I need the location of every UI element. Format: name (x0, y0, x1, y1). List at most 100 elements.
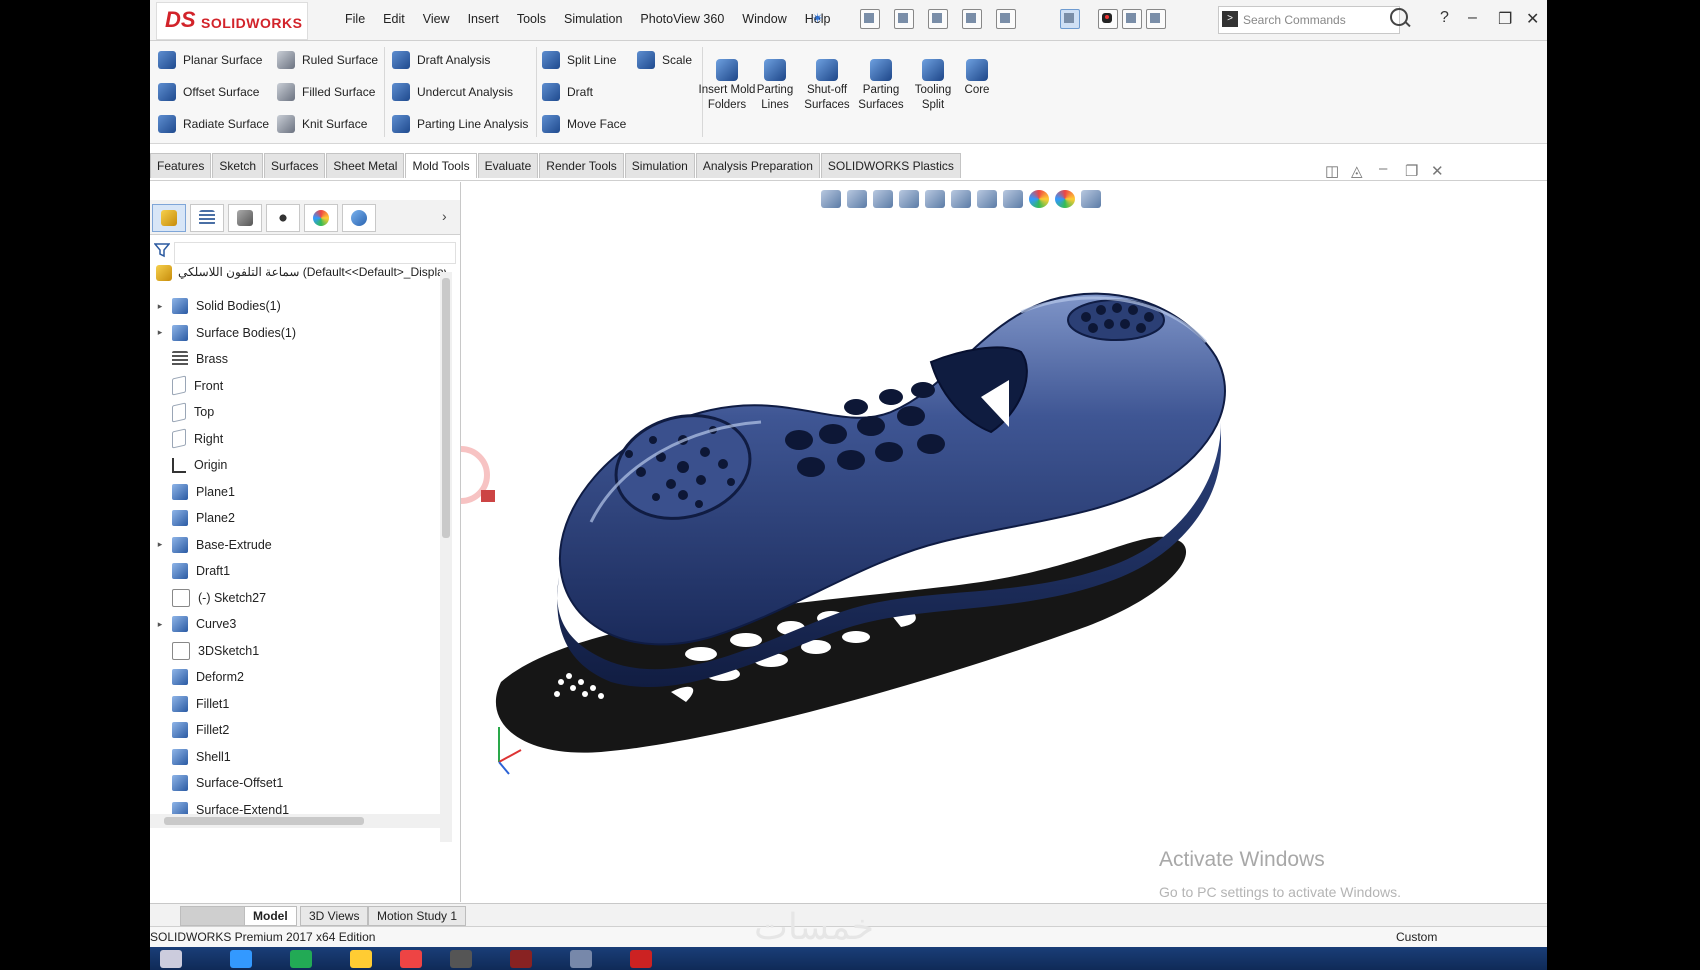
pin-icon[interactable]: ✴ (812, 10, 824, 27)
core-button[interactable]: Core (948, 59, 1006, 98)
help-icon[interactable]: ? (1440, 9, 1449, 27)
graphics-area[interactable]: ◫ ◬ – ❐ ✕ Activate Windows Go to PC sett… (461, 160, 1547, 902)
tab-features[interactable]: Features (150, 153, 212, 178)
shut-off-surfaces-button[interactable]: Shut-off Surfaces (798, 59, 856, 113)
tab-evaluate[interactable]: Evaluate (477, 153, 539, 178)
tree-node[interactable]: 3DSketch1 (150, 638, 450, 665)
menu-tools[interactable]: Tools (508, 12, 555, 26)
tab-surfaces[interactable]: Surfaces (264, 153, 326, 178)
app-icon[interactable] (510, 950, 532, 968)
parting-lines-button[interactable]: Parting Lines (746, 59, 804, 113)
chrome-icon[interactable] (400, 950, 422, 968)
tab-render-tools[interactable]: Render Tools (539, 153, 624, 178)
video-icon[interactable] (450, 950, 472, 968)
tab-sketch[interactable]: Sketch (212, 153, 264, 178)
options-gear-icon[interactable] (1146, 9, 1166, 29)
menu-file[interactable]: File (336, 12, 374, 26)
menu-photoview[interactable]: PhotoView 360 (631, 12, 733, 26)
radiate-surface-button[interactable]: Radiate Surface (158, 113, 269, 135)
tab-model[interactable]: Model (244, 906, 297, 926)
scroll-thumb[interactable] (164, 817, 364, 825)
file-properties-icon[interactable] (1122, 9, 1142, 29)
tree-node[interactable]: Top (150, 399, 450, 426)
filter-icon[interactable] (154, 242, 170, 258)
part-root-node[interactable]: سماعة التلفون اللاسلكي (Default<<Default… (156, 265, 446, 285)
undercut-analysis-button[interactable]: Undercut Analysis (392, 81, 513, 103)
tree-node[interactable]: Plane1 (150, 479, 450, 506)
tree-filter-field[interactable] (174, 242, 456, 264)
menu-simulation[interactable]: Simulation (555, 12, 631, 26)
search-commands[interactable]: > Search Commands (1218, 6, 1400, 34)
tree-node[interactable]: Front (150, 373, 450, 400)
cam-manager-tab[interactable] (342, 204, 376, 232)
tree-node[interactable]: Fillet1 (150, 691, 450, 718)
scroll-thumb[interactable] (442, 278, 450, 538)
minimize-icon[interactable]: – (1468, 9, 1477, 27)
tab-mold-tools[interactable]: Mold Tools (405, 153, 477, 178)
draft-analysis-button[interactable]: Draft Analysis (392, 49, 490, 71)
search-icon[interactable] (1390, 8, 1408, 26)
expand-arrow-icon[interactable]: ▸ (152, 327, 168, 338)
ie-icon[interactable] (230, 950, 252, 968)
parting-surfaces-button[interactable]: Parting Surfaces (852, 59, 910, 113)
solidworks-taskbar-icon[interactable] (630, 950, 652, 968)
tree-node[interactable]: ▸ Base-Extrude (150, 532, 450, 559)
tab-analysis-preparation[interactable]: Analysis Preparation (695, 153, 820, 178)
move-face-button[interactable]: Move Face (542, 113, 626, 135)
feature-manager-tab[interactable] (152, 204, 186, 232)
draft-button[interactable]: Draft (542, 81, 593, 103)
tree-node[interactable]: ▸ Solid Bodies(1) (150, 293, 450, 320)
tab-3d-views[interactable]: 3D Views (300, 906, 369, 926)
store-icon[interactable] (290, 950, 312, 968)
new-document-icon[interactable] (860, 9, 880, 29)
tree-node[interactable]: (-) Sketch27 (150, 585, 450, 612)
dimxpert-manager-tab[interactable] (266, 204, 300, 232)
offset-surface-button[interactable]: Offset Surface (158, 81, 259, 103)
ruled-surface-button[interactable]: Ruled Surface (277, 49, 378, 71)
tile-left-icon[interactable]: ◫ (1325, 162, 1339, 180)
tree-node[interactable]: Brass (150, 346, 450, 373)
knit-surface-button[interactable]: Knit Surface (277, 113, 367, 135)
search-input[interactable]: Search Commands (1243, 13, 1346, 27)
tree-node[interactable]: Origin (150, 452, 450, 479)
open-icon[interactable] (894, 9, 914, 29)
screen-icon[interactable] (570, 950, 592, 968)
planar-surface-button[interactable]: Planar Surface (158, 49, 262, 71)
close-icon[interactable]: ✕ (1526, 9, 1539, 29)
tree-node[interactable]: ▸ Curve3 (150, 611, 450, 638)
expand-arrow-icon[interactable]: ▸ (152, 301, 168, 312)
tab-simulation[interactable]: Simulation (624, 153, 695, 178)
select-pointer-icon[interactable] (1060, 9, 1080, 29)
menu-edit[interactable]: Edit (374, 12, 414, 26)
print-icon[interactable] (962, 9, 982, 29)
tab-motion-study[interactable]: Motion Study 1 (368, 906, 467, 926)
tree-node[interactable]: ▸ Surface Bodies(1) (150, 320, 450, 347)
unit-system-selector[interactable]: Custom (1396, 930, 1437, 944)
scale-button[interactable]: Scale (637, 49, 692, 71)
undo-icon[interactable] (996, 9, 1016, 29)
configuration-manager-tab[interactable] (228, 204, 262, 232)
view-restore-icon[interactable]: ❐ (1405, 162, 1418, 180)
menu-insert[interactable]: Insert (459, 12, 508, 26)
menu-view[interactable]: View (414, 12, 459, 26)
expand-arrow-icon[interactable]: ▸ (152, 539, 168, 550)
expand-arrow-icon[interactable]: ▸ (152, 619, 168, 630)
tree-node[interactable]: Draft1 (150, 558, 450, 585)
tree-node[interactable]: Deform2 (150, 664, 450, 691)
solidworks-logo[interactable]: DS SOLIDWORKS (156, 2, 308, 40)
tab-sheet-metal[interactable]: Sheet Metal (326, 153, 405, 178)
start-icon[interactable] (160, 950, 182, 968)
tree-node[interactable]: Shell1 (150, 744, 450, 771)
parting-line-analysis-button[interactable]: Parting Line Analysis (392, 113, 528, 135)
tree-node[interactable]: Surface-Offset1 (150, 770, 450, 797)
view-close-icon[interactable]: ✕ (1431, 162, 1444, 180)
tree-node[interactable]: Fillet2 (150, 717, 450, 744)
model-render[interactable] (461, 182, 1547, 902)
tree-node[interactable]: Plane2 (150, 505, 450, 532)
tile-right-icon[interactable]: ◬ (1351, 162, 1363, 180)
save-icon[interactable] (928, 9, 948, 29)
rebuild-icon[interactable] (1098, 9, 1118, 29)
menu-window[interactable]: Window (733, 12, 795, 26)
explorer-icon[interactable] (350, 950, 372, 968)
view-minimize-icon[interactable]: – (1379, 160, 1387, 177)
